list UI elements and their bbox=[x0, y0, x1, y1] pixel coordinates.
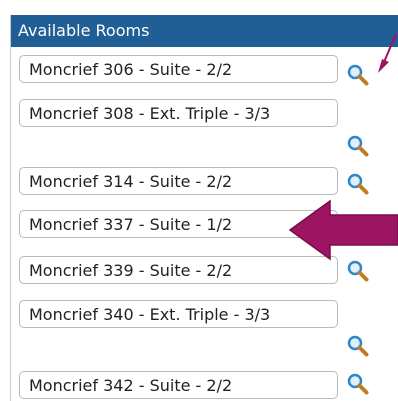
magnifying-glass-icon[interactable] bbox=[347, 173, 369, 195]
magnifying-glass-icon[interactable] bbox=[347, 135, 369, 157]
room-option-308[interactable]: Moncrief 308 - Ext. Triple - 3/3 bbox=[19, 99, 338, 127]
panel-header: Available Rooms bbox=[11, 15, 398, 47]
room-option-337[interactable]: Moncrief 337 - Suite - 1/2 bbox=[19, 210, 338, 238]
room-option-339[interactable]: Moncrief 339 - Suite - 2/2 bbox=[19, 256, 338, 284]
room-option-306[interactable]: Moncrief 306 - Suite - 2/2 bbox=[19, 55, 338, 83]
magnifying-glass-icon[interactable] bbox=[347, 335, 369, 357]
room-option-342[interactable]: Moncrief 342 - Suite - 2/2 bbox=[19, 371, 338, 399]
room-option-340[interactable]: Moncrief 340 - Ext. Triple - 3/3 bbox=[19, 300, 338, 328]
magnifying-glass-icon[interactable] bbox=[347, 373, 369, 395]
magnifying-glass-icon[interactable] bbox=[347, 260, 369, 282]
magnifying-glass-icon[interactable] bbox=[347, 64, 369, 86]
room-option-314[interactable]: Moncrief 314 - Suite - 2/2 bbox=[19, 167, 338, 195]
available-rooms-panel: Available Rooms Moncrief 306 - Suite - 2… bbox=[10, 15, 398, 401]
